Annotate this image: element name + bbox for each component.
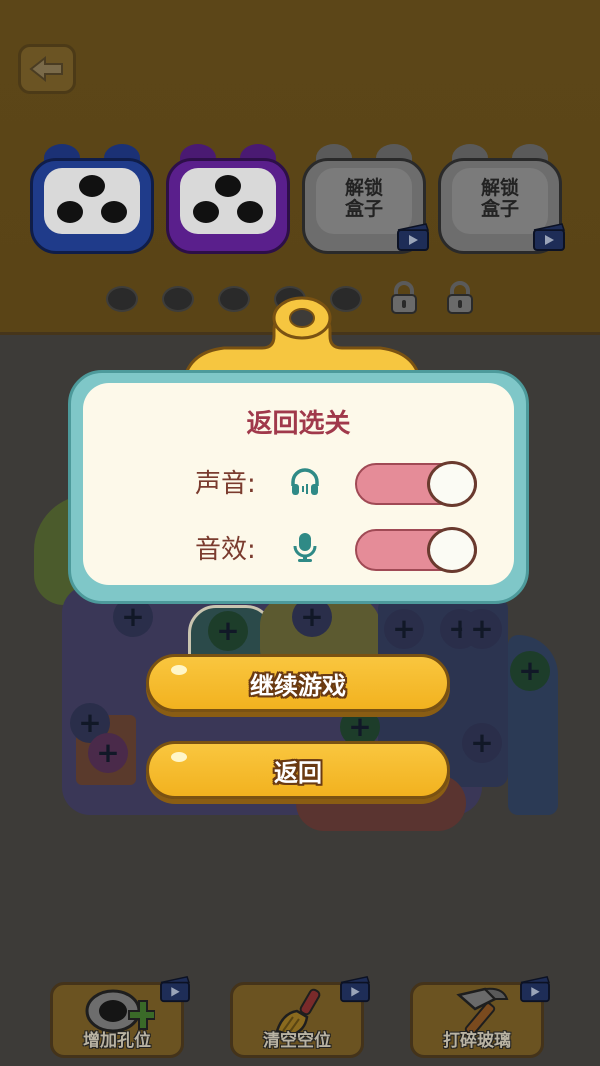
padlock-icon xyxy=(447,281,473,314)
return-label: 返回 xyxy=(274,758,322,787)
add-hole-tool-button[interactable]: 增加孔位 xyxy=(50,976,190,1058)
effects-label: 音效: xyxy=(195,535,256,565)
screw[interactable]: + xyxy=(88,733,128,773)
empty-slot xyxy=(106,286,138,312)
clear-slots-label: 清空空位 xyxy=(263,1031,331,1051)
microphone-icon xyxy=(293,533,317,562)
locked-box[interactable]: 解锁 盒子 xyxy=(438,144,566,254)
dialog-title: 返回选关 xyxy=(246,409,351,439)
screw[interactable]: + xyxy=(462,723,502,763)
back-arrow-button[interactable] xyxy=(18,44,76,94)
break-glass-tool-button[interactable]: 打碎玻璃 xyxy=(410,976,550,1058)
video-ad-icon xyxy=(340,976,370,1003)
dialog-panel: 返回选关 声音: 音效: xyxy=(83,383,514,585)
continue-game-label: 继续游戏 xyxy=(250,671,346,700)
locked-box[interactable]: 解锁 盒子 xyxy=(302,144,430,254)
add-hole-label: 增加孔位 xyxy=(83,1031,151,1051)
clear-slots-tool-button[interactable]: 清空空位 xyxy=(230,976,370,1058)
sound-label: 声音: xyxy=(195,469,256,499)
video-ad-icon xyxy=(520,976,550,1003)
screw[interactable]: + xyxy=(208,611,248,651)
break-glass-label: 打碎玻璃 xyxy=(443,1031,511,1051)
return-button[interactable]: 返回 xyxy=(146,741,450,799)
sound-toggle[interactable] xyxy=(355,461,477,507)
toggle-knob xyxy=(427,461,477,507)
screw[interactable]: + xyxy=(510,651,550,691)
screw-box-blue xyxy=(30,144,154,254)
unlock-box-label: 解锁 盒子 xyxy=(480,177,519,220)
video-ad-icon xyxy=(397,223,430,251)
screw[interactable]: + xyxy=(462,609,502,649)
effects-toggle[interactable] xyxy=(355,527,477,573)
headphones-icon xyxy=(291,468,319,495)
unlock-box-label: 解锁 盒子 xyxy=(344,177,383,220)
continue-game-button[interactable]: 继续游戏 xyxy=(146,654,450,712)
screw-box-purple xyxy=(166,144,290,254)
back-arrow-icon xyxy=(29,55,63,83)
pause-dialog: 返回选关 声音: 音效: xyxy=(68,370,529,604)
video-ad-icon xyxy=(160,976,190,1003)
video-ad-icon xyxy=(533,223,566,251)
screw[interactable]: + xyxy=(384,609,424,649)
toggle-knob xyxy=(427,527,477,573)
top-bar: 解锁 盒子 解锁 盒子 xyxy=(0,0,600,335)
